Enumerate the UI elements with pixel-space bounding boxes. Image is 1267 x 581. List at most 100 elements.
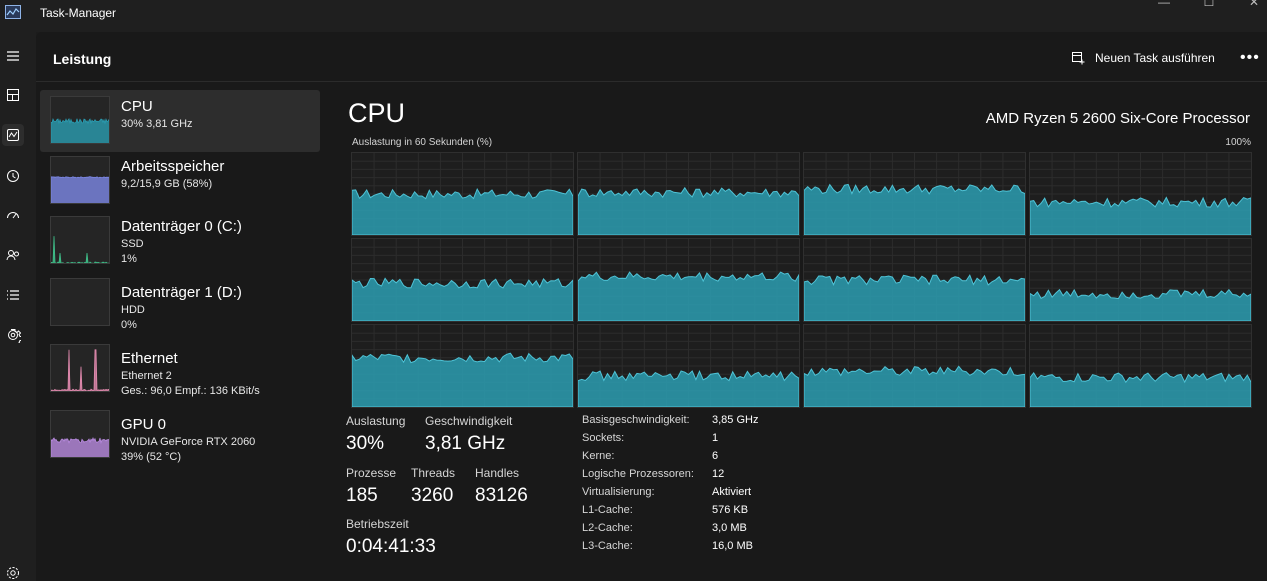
speed-label: Geschwindigkeit xyxy=(425,414,513,428)
users-icon[interactable] xyxy=(2,244,24,266)
spec-label: Virtualisierung: xyxy=(582,486,655,498)
core-usage-area xyxy=(804,365,1025,407)
perf-item-subtitle: HDD xyxy=(121,304,145,316)
task-manager-app-icon xyxy=(5,5,21,19)
spec-label: L3-Cache: xyxy=(582,540,633,552)
perf-item-detail: 1% xyxy=(121,253,137,265)
spec-label: Sockets: xyxy=(582,432,625,444)
utilization-label: Auslastung xyxy=(346,414,406,428)
perf-item-subtitle: SSD xyxy=(121,238,144,250)
thumbnail-area xyxy=(51,117,109,143)
processes-icon[interactable] xyxy=(2,84,24,106)
new-task-icon xyxy=(1072,52,1085,65)
core-graph xyxy=(803,238,1026,322)
content-area: Leistung Neuen Task ausführen ••• CPU 30… xyxy=(36,32,1267,581)
spec-label: Logische Prozessoren: xyxy=(582,468,694,480)
spec-value: 12 xyxy=(712,468,725,480)
core-graphs-grid xyxy=(351,152,1252,408)
perf-item-subtitle: 9,2/15,9 GB (58%) xyxy=(121,178,213,190)
details-icon[interactable] xyxy=(2,284,24,306)
core-graph xyxy=(803,324,1026,408)
disk0-thumbnail-graph xyxy=(50,216,110,264)
core-graph xyxy=(1029,324,1252,408)
spec-label: L1-Cache: xyxy=(582,504,633,516)
perf-item-ethernet[interactable]: Ethernet Ethernet 2 Ges.: 96,0 Empf.: 13… xyxy=(40,342,320,404)
core-usage-area xyxy=(804,183,1025,235)
spec-value: Aktiviert xyxy=(712,486,752,498)
performance-icon[interactable] xyxy=(2,124,24,146)
maximize-icon[interactable]: ☐ xyxy=(1199,0,1219,10)
thumbnail-area xyxy=(51,349,109,391)
perf-item-title: Datenträger 0 (C:) xyxy=(121,218,242,235)
handles-value: 83126 xyxy=(475,485,528,506)
core-usage-area xyxy=(1030,196,1251,235)
perf-item-title: Arbeitsspeicher xyxy=(121,158,225,175)
perf-item-detail: 39% (52 °C) xyxy=(121,451,182,463)
perf-item-cpu[interactable]: CPU 30% 3,81 GHz xyxy=(40,90,320,152)
perf-item-disk-1[interactable]: Datenträger 1 (D:) HDD 0% xyxy=(40,276,320,338)
perf-item-subtitle: NVIDIA GeForce RTX 2060 xyxy=(121,436,256,448)
uptime-value: 0:04:41:33 xyxy=(346,536,436,557)
processes-value: 185 xyxy=(346,485,378,506)
navigation-rail xyxy=(0,32,36,581)
app-history-icon[interactable] xyxy=(2,165,24,187)
minimize-icon[interactable]: — xyxy=(1154,0,1174,10)
spec-label: L2-Cache: xyxy=(582,522,633,534)
thumbnail-area xyxy=(51,436,109,457)
perf-item-gpu-0[interactable]: GPU 0 NVIDIA GeForce RTX 2060 39% (52 °C… xyxy=(40,408,320,470)
more-options-icon[interactable]: ••• xyxy=(1240,49,1260,67)
core-graph xyxy=(1029,152,1252,236)
core-usage-area xyxy=(804,274,1025,321)
close-icon[interactable]: ✕ xyxy=(1244,0,1264,10)
spec-value: 3,0 MB xyxy=(712,522,747,534)
perf-item-title: CPU xyxy=(121,98,153,115)
graph-max-label: 100% xyxy=(1225,137,1251,148)
perf-item-subtitle: Ethernet 2 xyxy=(121,370,172,382)
services-icon[interactable] xyxy=(2,324,24,346)
spec-value: 576 KB xyxy=(712,504,749,516)
perf-item-title: Ethernet xyxy=(121,350,178,367)
threads-value: 3260 xyxy=(411,485,454,506)
settings-icon[interactable] xyxy=(2,562,24,581)
core-graph xyxy=(577,324,800,408)
core-graph xyxy=(351,152,574,236)
core-graph xyxy=(1029,238,1252,322)
cpu-thumbnail-graph xyxy=(50,96,110,144)
page-title: Leistung xyxy=(53,51,112,67)
spec-value: 6 xyxy=(712,450,719,462)
perf-item-detail: Ges.: 96,0 Empf.: 136 KBit/s xyxy=(121,385,260,397)
perf-item-title: GPU 0 xyxy=(121,416,167,433)
spec-value: 1 xyxy=(712,432,719,444)
thumbnail-area xyxy=(51,176,109,203)
core-graph xyxy=(351,238,574,322)
core-graph xyxy=(577,238,800,322)
perf-item-memory[interactable]: Arbeitsspeicher 9,2/15,9 GB (58%) xyxy=(40,150,320,212)
core-graph xyxy=(351,324,574,408)
perf-item-title: Datenträger 1 (D:) xyxy=(121,284,242,301)
page-header: Leistung Neuen Task ausführen ••• xyxy=(36,32,1267,82)
perf-item-detail: 0% xyxy=(121,319,137,331)
thumbnail-area xyxy=(51,236,109,263)
hamburger-icon[interactable] xyxy=(2,45,24,67)
perf-item-subtitle: 30% 3,81 GHz xyxy=(121,118,193,130)
gpu-thumbnail-graph xyxy=(50,410,110,458)
threads-label: Threads xyxy=(411,466,456,480)
spec-value: 3,85 GHz xyxy=(712,414,759,426)
perf-item-disk-0[interactable]: Datenträger 0 (C:) SSD 1% xyxy=(40,210,320,272)
title-bar: Task-Manager — ☐ ✕ xyxy=(0,0,1267,32)
spec-label: Kerne: xyxy=(582,450,615,462)
spec-label: Basisgeschwindigkeit: xyxy=(582,414,690,426)
startup-icon[interactable] xyxy=(2,204,24,226)
core-usage-area xyxy=(352,352,573,407)
new-task-button[interactable]: Neuen Task ausführen xyxy=(1070,48,1215,68)
ethernet-thumbnail-graph xyxy=(50,344,110,392)
core-graph xyxy=(577,152,800,236)
speed-value: 3,81 GHz xyxy=(425,433,506,454)
core-usage-area xyxy=(578,186,799,235)
spec-value: 16,0 MB xyxy=(712,540,753,552)
core-graph xyxy=(803,152,1026,236)
core-usage-area xyxy=(578,370,799,407)
new-task-label: Neuen Task ausführen xyxy=(1095,51,1215,65)
disk1-thumbnail-graph xyxy=(50,278,110,326)
cpu-detail-panel: CPU AMD Ryzen 5 2600 Six-Core Processor … xyxy=(326,83,1267,581)
